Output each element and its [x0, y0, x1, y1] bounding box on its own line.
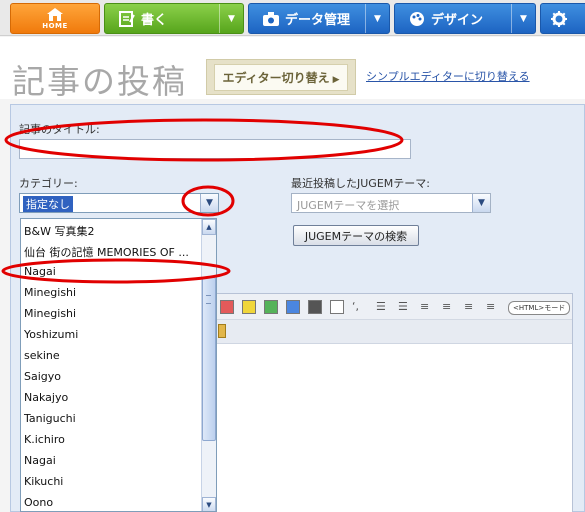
- chevron-down-glyph: ▼: [478, 198, 485, 208]
- palette-icon: [410, 11, 424, 26]
- list-item[interactable]: Nagai: [24, 454, 56, 467]
- align-left-icon[interactable]: ≡: [420, 300, 429, 314]
- top-nav: HOME 書く ▼ データ管理 ▼ デザイン ▼: [0, 0, 585, 36]
- data-management-label: データ管理: [285, 13, 351, 28]
- rich-text-editor[interactable]: ‘, ☰ ☰ ≡ ≡ ≡ ≡ <HTML>モード: [211, 293, 573, 512]
- title-row: 記事の投稿 エディター切り替え ▶ シンプルエディターに切り替える: [0, 37, 585, 101]
- scroll-up-button[interactable]: ▲: [202, 219, 216, 235]
- scroll-grip: [206, 295, 211, 304]
- html-mode-button[interactable]: <HTML>モード: [508, 301, 571, 315]
- gear-icon: [551, 10, 567, 27]
- page-title: 記事の投稿: [12, 62, 187, 101]
- editor-switch-button[interactable]: エディター切り替え ▶: [206, 59, 356, 95]
- chevron-down-icon[interactable]: ▼: [472, 194, 490, 212]
- chevron-right-icon: ▶: [332, 74, 340, 85]
- list-item[interactable]: Minegishi: [24, 286, 76, 299]
- design-menu-toggle[interactable]: ▼: [511, 4, 535, 33]
- chevron-down-icon: ▼: [520, 13, 527, 24]
- dropdown-scrollbar[interactable]: ▲ ▼: [201, 219, 216, 511]
- jugem-theme-placeholder: JUGEMテーマを選択: [297, 199, 400, 212]
- color-swatch-gray[interactable]: [308, 300, 322, 314]
- quote-icon[interactable]: ‘,: [352, 300, 359, 314]
- align-justify-icon[interactable]: ≡: [486, 300, 495, 314]
- write-menu-toggle[interactable]: ▼: [219, 4, 243, 33]
- editor-switch-inner: エディター切り替え ▶: [214, 63, 348, 91]
- list-item[interactable]: Oono: [24, 496, 53, 509]
- category-dropdown-list[interactable]: B&W 写真集2 仙台 街の記憶 MEMORIES OF ... Nagai M…: [20, 218, 217, 512]
- list-item[interactable]: Saigyo: [24, 370, 61, 383]
- chevron-down-icon: ▼: [206, 501, 212, 509]
- design-label: デザイン: [431, 13, 484, 28]
- home-label: HOME: [42, 21, 68, 30]
- list-item[interactable]: sekine: [24, 349, 60, 362]
- list-item[interactable]: Yoshizumi: [24, 328, 78, 341]
- chevron-down-icon[interactable]: ▼: [200, 194, 218, 212]
- color-swatch-white[interactable]: [330, 300, 344, 314]
- color-swatch-blue[interactable]: [286, 300, 300, 314]
- list-item[interactable]: K.ichiro: [24, 433, 65, 446]
- ordered-list-icon[interactable]: ☰: [376, 300, 386, 314]
- write-button[interactable]: 書く ▼: [104, 3, 244, 34]
- chevron-down-glyph: ▼: [206, 198, 213, 208]
- category-select[interactable]: 指定なし ▼: [19, 193, 219, 213]
- chevron-down-icon: ▼: [374, 13, 381, 24]
- home-button[interactable]: HOME: [10, 3, 100, 34]
- write-icon: [119, 10, 135, 27]
- list-item[interactable]: Taniguchi: [24, 412, 76, 425]
- list-item[interactable]: Nakajyo: [24, 391, 68, 404]
- data-management-button[interactable]: データ管理 ▼: [248, 3, 390, 34]
- list-item[interactable]: Minegishi: [24, 307, 76, 320]
- title-label: 記事のタイトル:: [19, 123, 100, 136]
- jugem-theme-select[interactable]: JUGEMテーマを選択 ▼: [291, 193, 491, 213]
- list-item[interactable]: Nagai: [24, 265, 56, 278]
- jugem-search-button[interactable]: JUGEMテーマの検索: [293, 225, 419, 246]
- pencil-icon[interactable]: [218, 324, 226, 338]
- align-center-icon[interactable]: ≡: [442, 300, 451, 314]
- list-item[interactable]: B&W 写真集2: [24, 223, 95, 239]
- data-menu-toggle[interactable]: ▼: [365, 4, 389, 33]
- title-input[interactable]: [19, 139, 411, 159]
- color-swatch-green[interactable]: [264, 300, 278, 314]
- list-item[interactable]: Kikuchi: [24, 475, 63, 488]
- list-item[interactable]: 仙台 街の記憶 MEMORIES OF ...: [24, 244, 189, 260]
- category-label: カテゴリー:: [19, 177, 78, 190]
- editor-switch-label: エディター切り替え: [222, 70, 330, 85]
- write-label: 書く: [141, 13, 168, 28]
- home-icon: [47, 7, 63, 21]
- chevron-down-icon: ▼: [228, 13, 235, 24]
- camera-icon: [263, 11, 279, 26]
- color-swatch-yellow[interactable]: [242, 300, 256, 314]
- chevron-up-icon: ▲: [206, 223, 212, 231]
- editor-toolbar-secondary: [212, 320, 572, 344]
- design-button[interactable]: デザイン ▼: [394, 3, 536, 34]
- category-selected-value: 指定なし: [23, 196, 73, 212]
- color-swatch-red[interactable]: [220, 300, 234, 314]
- editor-toolbar: ‘, ☰ ☰ ≡ ≡ ≡ ≡ <HTML>モード: [212, 294, 572, 320]
- scroll-down-button[interactable]: ▼: [202, 497, 216, 511]
- align-right-icon[interactable]: ≡: [464, 300, 473, 314]
- unordered-list-icon[interactable]: ☰: [398, 300, 408, 314]
- settings-button[interactable]: [540, 3, 585, 34]
- jugem-theme-label: 最近投稿したJUGEMテーマ:: [291, 177, 430, 190]
- simple-editor-link[interactable]: シンプルエディターに切り替える: [366, 68, 530, 84]
